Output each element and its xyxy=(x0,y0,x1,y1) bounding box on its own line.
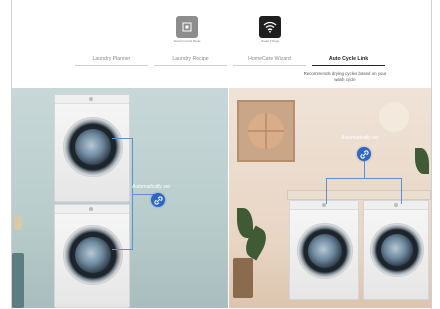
link-glyph xyxy=(153,195,163,205)
artwork-pattern xyxy=(248,113,284,149)
washer-drum xyxy=(75,237,111,273)
plant-pot xyxy=(233,258,253,298)
laundry-basket xyxy=(12,253,24,308)
callout-line-bottom xyxy=(112,249,132,250)
wifi-glyph xyxy=(263,21,277,33)
frame-border-right xyxy=(431,0,432,309)
side-dryer-drum xyxy=(381,234,413,266)
washer-control-panel xyxy=(55,205,129,214)
tab-homecare-wizard[interactable]: HomeCare Wizard xyxy=(233,53,306,66)
mode-caption-smart-things: Smart Things xyxy=(261,39,279,43)
smart-control-glyph xyxy=(182,22,192,32)
side-washer-panel xyxy=(290,201,358,210)
countertop xyxy=(287,190,431,200)
smart-control-icon[interactable] xyxy=(176,16,198,38)
tab-auto-cycle-link[interactable]: Auto Cycle Link xyxy=(312,53,385,66)
dryer-control-panel xyxy=(55,95,129,104)
side-washer-drum xyxy=(308,234,342,268)
link-icon[interactable] xyxy=(357,147,371,161)
link-glyph xyxy=(359,149,369,159)
left-scene-stacked-units: Automatically set xyxy=(12,88,228,308)
callout-line-top xyxy=(112,138,132,139)
tab-laundry-recipe[interactable]: Laundry Recipe xyxy=(154,53,227,66)
right-callout-line-stem xyxy=(364,158,365,178)
link-icon[interactable] xyxy=(151,193,165,207)
dryer-top xyxy=(54,94,130,202)
tab-description: Recommends drying cycles based on your w… xyxy=(303,71,387,82)
detergent-bottle xyxy=(14,216,22,230)
side-dryer-knob xyxy=(394,203,398,207)
washer-bottom xyxy=(54,204,130,308)
right-callout-line-horizontal xyxy=(326,178,402,179)
plant-leaf-3 xyxy=(415,148,429,174)
right-callout-line-right xyxy=(401,178,402,204)
right-callout-line-left xyxy=(326,178,327,204)
mode-caption-smart-control: Smart Control Mode xyxy=(173,39,201,43)
dryer-knob xyxy=(89,97,93,101)
wall-artwork xyxy=(237,100,295,162)
right-scene-side-by-side-units: Automatically set xyxy=(229,88,431,308)
right-callout-label: Automatically set xyxy=(341,135,379,141)
washer-knob xyxy=(89,207,93,211)
side-dryer xyxy=(363,200,429,300)
feature-tabs: Laundry Planner Laundry Recipe HomeCare … xyxy=(72,53,388,69)
side-dryer-panel xyxy=(364,201,428,210)
dryer-drum xyxy=(75,129,111,165)
side-washer xyxy=(289,200,359,300)
tab-laundry-planner[interactable]: Laundry Planner xyxy=(75,53,148,66)
wifi-icon[interactable] xyxy=(259,16,281,38)
left-callout-label: Automatically set xyxy=(132,184,170,190)
wall-lamp xyxy=(379,102,409,132)
